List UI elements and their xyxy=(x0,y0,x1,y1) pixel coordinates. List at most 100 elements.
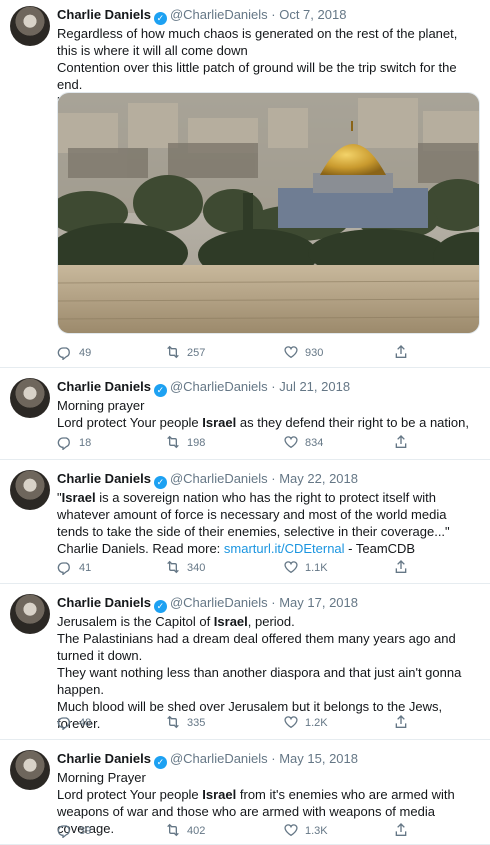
tweet-text: Morning prayer xyxy=(57,398,145,413)
author-name[interactable]: Charlie Daniels xyxy=(57,595,151,610)
like-icon xyxy=(283,344,299,363)
handle-and-date[interactable]: @CharlieDaniels · May 22, 2018 xyxy=(170,471,358,486)
reply-button[interactable]: 39 xyxy=(57,822,91,840)
like-button[interactable]: 1.3K xyxy=(283,822,328,840)
tweet-text: Lord protect Your people xyxy=(57,415,203,430)
tweet-actions: 49 257 930 xyxy=(57,344,407,362)
share-icon xyxy=(393,714,409,733)
tweet-actions: 41 340 1.1K xyxy=(57,559,407,577)
tweet-feed: Charlie Daniels ✓ @CharlieDaniels · Oct 7,… xyxy=(0,0,490,845)
retweet-button[interactable]: 340 xyxy=(165,559,205,577)
tweet-photo[interactable] xyxy=(57,92,480,334)
retweet-count: 402 xyxy=(187,825,206,837)
avatar[interactable] xyxy=(10,378,50,418)
like-button[interactable]: 930 xyxy=(283,344,323,362)
avatar[interactable] xyxy=(10,6,50,46)
tweet[interactable]: Charlie Daniels ✓ @CharlieDaniels · May 17… xyxy=(0,584,490,740)
tweet-text: - TeamCDB xyxy=(344,541,416,556)
reply-button[interactable]: 49 xyxy=(57,344,91,362)
like-icon xyxy=(283,714,299,733)
tweet-text: , period. xyxy=(247,614,295,629)
tweet-link[interactable]: smarturl.it/CDEternal xyxy=(224,541,345,556)
tweet-text-line: The Palastinians had a dream deal offere… xyxy=(57,630,480,664)
tweet-header: Charlie Daniels ✓ @CharlieDaniels · May 15… xyxy=(57,750,480,769)
verified-icon: ✓ xyxy=(153,384,167,397)
tweet[interactable]: Charlie Daniels ✓ @CharlieDaniels · May 22… xyxy=(0,460,490,584)
author-name[interactable]: Charlie Daniels xyxy=(57,379,151,394)
tweet-body: "Israel is a sovereign nation who has th… xyxy=(57,489,480,557)
tweet-actions: 48 335 1.2K xyxy=(57,714,407,732)
handle-and-date[interactable]: @CharlieDaniels · May 15, 2018 xyxy=(170,751,358,766)
reply-count: 49 xyxy=(79,347,92,359)
retweet-button[interactable]: 335 xyxy=(165,714,205,732)
tweet-header: Charlie Daniels ✓ @CharlieDaniels · Oct 7,… xyxy=(57,6,480,25)
tweet[interactable]: Charlie Daniels ✓ @CharlieDaniels · Oct 7,… xyxy=(0,0,490,368)
hashtag-keyword: Israel xyxy=(202,415,237,430)
like-count: 930 xyxy=(305,347,324,359)
reply-count: 41 xyxy=(79,562,92,574)
like-button[interactable]: 1.2K xyxy=(283,714,328,732)
reply-button[interactable]: 41 xyxy=(57,559,91,577)
hashtag-keyword: Israel xyxy=(202,787,237,802)
share-button[interactable] xyxy=(393,822,409,840)
tweet-header: Charlie Daniels ✓ @CharlieDaniels · Jul 21… xyxy=(57,378,480,397)
retweet-button[interactable]: 198 xyxy=(165,434,205,452)
share-icon xyxy=(393,344,409,363)
verified-icon: ✓ xyxy=(153,476,167,489)
reply-icon xyxy=(57,822,73,841)
retweet-count: 335 xyxy=(187,717,206,729)
avatar[interactable] xyxy=(10,750,50,790)
reply-count: 18 xyxy=(79,437,92,449)
tweet-text: They want nothing less than another dias… xyxy=(57,665,462,697)
tweet-text-line: Lord protect Your people Israel as they … xyxy=(57,414,480,431)
tweet-text-line: They want nothing less than another dias… xyxy=(57,664,480,698)
tweet-text-line: Morning Prayer xyxy=(57,769,480,786)
tweet-text: The Palastinians had a dream deal offere… xyxy=(57,631,456,663)
reply-count: 39 xyxy=(79,825,92,837)
retweet-button[interactable]: 402 xyxy=(165,822,205,840)
handle-and-date[interactable]: @CharlieDaniels · Oct 7, 2018 xyxy=(170,7,347,22)
like-button[interactable]: 834 xyxy=(283,434,323,452)
like-count: 1.2K xyxy=(305,717,328,729)
tweet-text-line: "Israel is a sovereign nation who has th… xyxy=(57,489,480,557)
reply-button[interactable]: 48 xyxy=(57,714,91,732)
share-button[interactable] xyxy=(393,559,409,577)
retweet-icon xyxy=(165,822,181,841)
hashtag-keyword: Israel xyxy=(61,490,96,505)
tweet[interactable]: Charlie Daniels ✓ @CharlieDaniels · May 15… xyxy=(0,740,490,845)
author-name[interactable]: Charlie Daniels xyxy=(57,751,151,766)
tweet-text: Contention over this little patch of gro… xyxy=(57,60,457,92)
tweet-actions: 18 198 834 xyxy=(57,434,407,452)
avatar[interactable] xyxy=(10,470,50,510)
share-button[interactable] xyxy=(393,434,409,452)
like-icon xyxy=(283,822,299,841)
author-name[interactable]: Charlie Daniels xyxy=(57,471,151,486)
verified-icon: ✓ xyxy=(153,12,167,25)
tweet-text-line: Contention over this little patch of gro… xyxy=(57,59,480,93)
tweet-body: Morning prayer Lord protect Your people I… xyxy=(57,397,480,431)
share-button[interactable] xyxy=(393,344,409,362)
reply-button[interactable]: 18 xyxy=(57,434,91,452)
share-icon xyxy=(393,822,409,841)
like-count: 1.1K xyxy=(305,562,328,574)
like-icon xyxy=(283,559,299,578)
like-button[interactable]: 1.1K xyxy=(283,559,328,577)
tweet-text-line: Jerusalem is the Capitol of Israel, peri… xyxy=(57,613,480,630)
reply-count: 48 xyxy=(79,717,92,729)
retweet-count: 198 xyxy=(187,437,206,449)
handle-and-date[interactable]: @CharlieDaniels · Jul 21, 2018 xyxy=(170,379,350,394)
avatar[interactable] xyxy=(10,594,50,634)
tweet-text-line: Regardless of how much chaos is generate… xyxy=(57,25,480,59)
tweet-actions: 39 402 1.3K xyxy=(57,822,407,840)
share-button[interactable] xyxy=(393,714,409,732)
tweet[interactable]: Charlie Daniels ✓ @CharlieDaniels · Jul 21… xyxy=(0,368,490,460)
retweet-button[interactable]: 257 xyxy=(165,344,205,362)
author-name[interactable]: Charlie Daniels xyxy=(57,7,151,22)
reply-icon xyxy=(57,714,73,733)
like-count: 834 xyxy=(305,437,324,449)
handle-and-date[interactable]: @CharlieDaniels · May 17, 2018 xyxy=(170,595,358,610)
verified-icon: ✓ xyxy=(153,600,167,613)
tweet-text: Lord protect Your people xyxy=(57,787,203,802)
jerusalem-photo-art xyxy=(58,93,479,333)
tweet-header: Charlie Daniels ✓ @CharlieDaniels · May 17… xyxy=(57,594,480,613)
